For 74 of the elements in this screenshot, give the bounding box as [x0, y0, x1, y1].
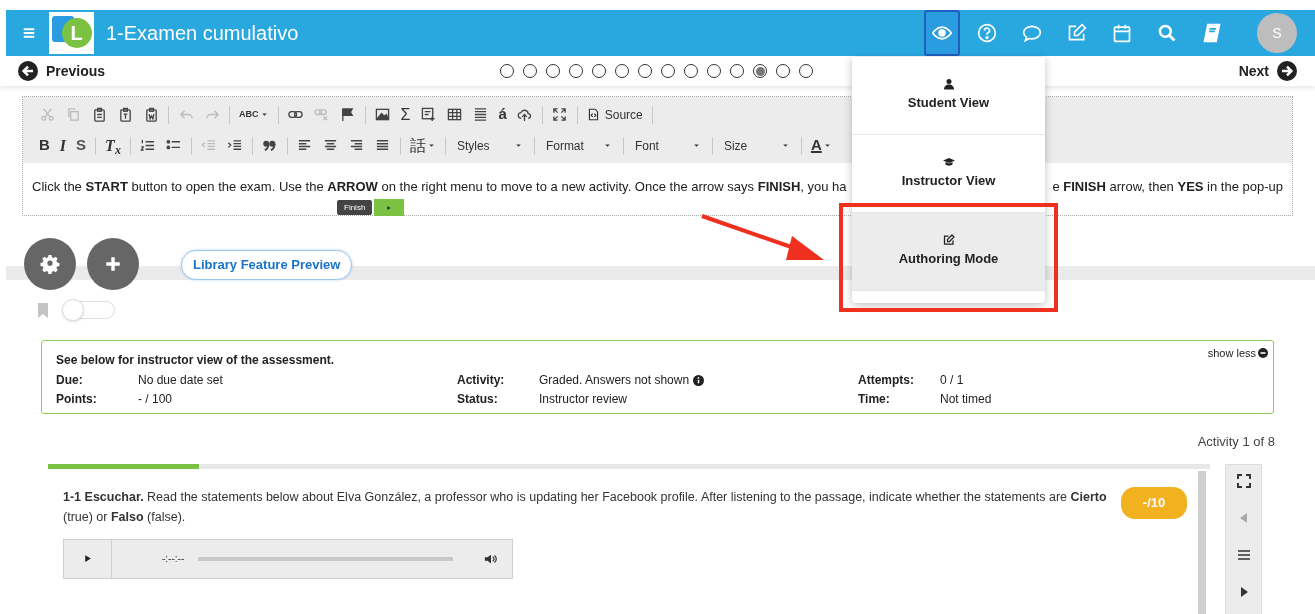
caret-icon — [602, 141, 612, 150]
source-icon — [586, 108, 600, 121]
person-icon — [942, 78, 955, 91]
format-button[interactable]: A — [806, 133, 836, 158]
page-title: 1-Examen cumulativo — [106, 21, 299, 46]
field-value: Instructor review — [539, 391, 628, 408]
instruction-text: Click the START button to open the exam. Use the ARROW on the right menu to move to a new activity. Once the arrow says FINISH, you ha — [32, 178, 847, 196]
dropdown[interactable]: Size — [717, 133, 796, 158]
arrow-right-icon — [1277, 61, 1297, 81]
add-button[interactable] — [87, 238, 139, 290]
eye-button[interactable] — [924, 10, 960, 56]
view-menu-item[interactable]: Authoring Mode — [852, 213, 1045, 291]
format-button[interactable]: I — [55, 133, 71, 158]
speech-bubble-icon — [1022, 23, 1042, 43]
field-label: Points: — [56, 391, 98, 408]
format-button[interactable]: T$_{x}$ — [101, 133, 125, 158]
plus-icon — [104, 255, 122, 273]
field-label: Time: — [858, 391, 891, 408]
field-label: Activity: — [457, 372, 506, 389]
finish-button[interactable]: ▸ — [374, 199, 405, 216]
gear-icon — [40, 254, 60, 274]
field-value: 0 / 1 — [940, 372, 964, 389]
info-heading: See below for instructor view of the assessment. — [56, 352, 335, 369]
audio-time: -:--:-- — [162, 552, 185, 566]
field-value: Not timed — [940, 391, 992, 408]
fullscreen-icon[interactable] — [1235, 472, 1252, 489]
dropdown[interactable]: Styles — [450, 133, 529, 158]
book-icon — [1202, 23, 1222, 43]
field-label: Due: — [56, 372, 84, 389]
edit-icon — [942, 234, 955, 247]
field-value: No due date set — [138, 372, 223, 389]
format-button[interactable]: S — [72, 133, 91, 158]
format-button[interactable]: ABC — [235, 102, 273, 127]
next-link[interactable]: Next — [1238, 60, 1297, 82]
eye-icon — [932, 23, 952, 43]
source-button[interactable]: Source — [582, 102, 647, 127]
activity-prompt: 1-1 Escuchar. Read the statements below about Elva González, a professor who is updating her Facebook profile. After listening to the passage, indicate whether the statements are Cierto (true) or Falso (false). — [63, 488, 1108, 526]
bookmark-icon — [35, 301, 51, 319]
activity-counter: Activity 1 of 8 — [1197, 433, 1275, 451]
field-value: - / 100 — [138, 391, 173, 408]
format-button[interactable]: á — [494, 102, 511, 127]
calendar-icon — [1112, 23, 1132, 43]
audio-track[interactable] — [198, 556, 454, 561]
play-icon — [83, 554, 92, 563]
field-label: Status: — [457, 391, 499, 408]
field-value: Graded. Answers not shown — [539, 372, 690, 389]
toggle-switch[interactable] — [63, 301, 115, 319]
view-menu-item[interactable]: Student View — [852, 57, 1045, 135]
score-badge: -/10 — [1121, 486, 1187, 519]
logo: L — [49, 12, 94, 54]
caret-icon — [513, 141, 523, 150]
finish-tooltip: Finish — [337, 200, 373, 215]
format-button[interactable]: Σ — [396, 102, 415, 127]
scrollbar[interactable] — [1198, 470, 1206, 614]
dropdown[interactable]: Font — [628, 133, 707, 158]
arrow-left-icon — [18, 61, 38, 81]
instruction-text: e FINISH arrow, then YES in the pop-up — [1052, 178, 1283, 196]
dropdown[interactable]: Format — [539, 133, 618, 158]
search-icon — [1157, 23, 1177, 43]
library-preview-button[interactable]: Library Feature Preview — [181, 250, 353, 280]
graduation-cap-icon — [942, 156, 955, 169]
help-icon — [977, 23, 997, 43]
settings-button[interactable] — [24, 238, 76, 290]
field-label: Attempts: — [858, 372, 915, 389]
view-menu-item[interactable]: Instructor View — [852, 135, 1045, 213]
minus-circle-icon — [1258, 348, 1268, 359]
caret-icon — [691, 141, 701, 150]
format-button[interactable]: B — [35, 133, 54, 158]
edit-icon — [1067, 23, 1087, 43]
previous-link[interactable]: Previous — [18, 60, 106, 82]
show-less-link[interactable]: show less — [1207, 345, 1268, 362]
menu-icon[interactable] — [22, 27, 36, 39]
caret-icon — [780, 141, 790, 150]
format-button[interactable]: 話 — [405, 133, 440, 158]
